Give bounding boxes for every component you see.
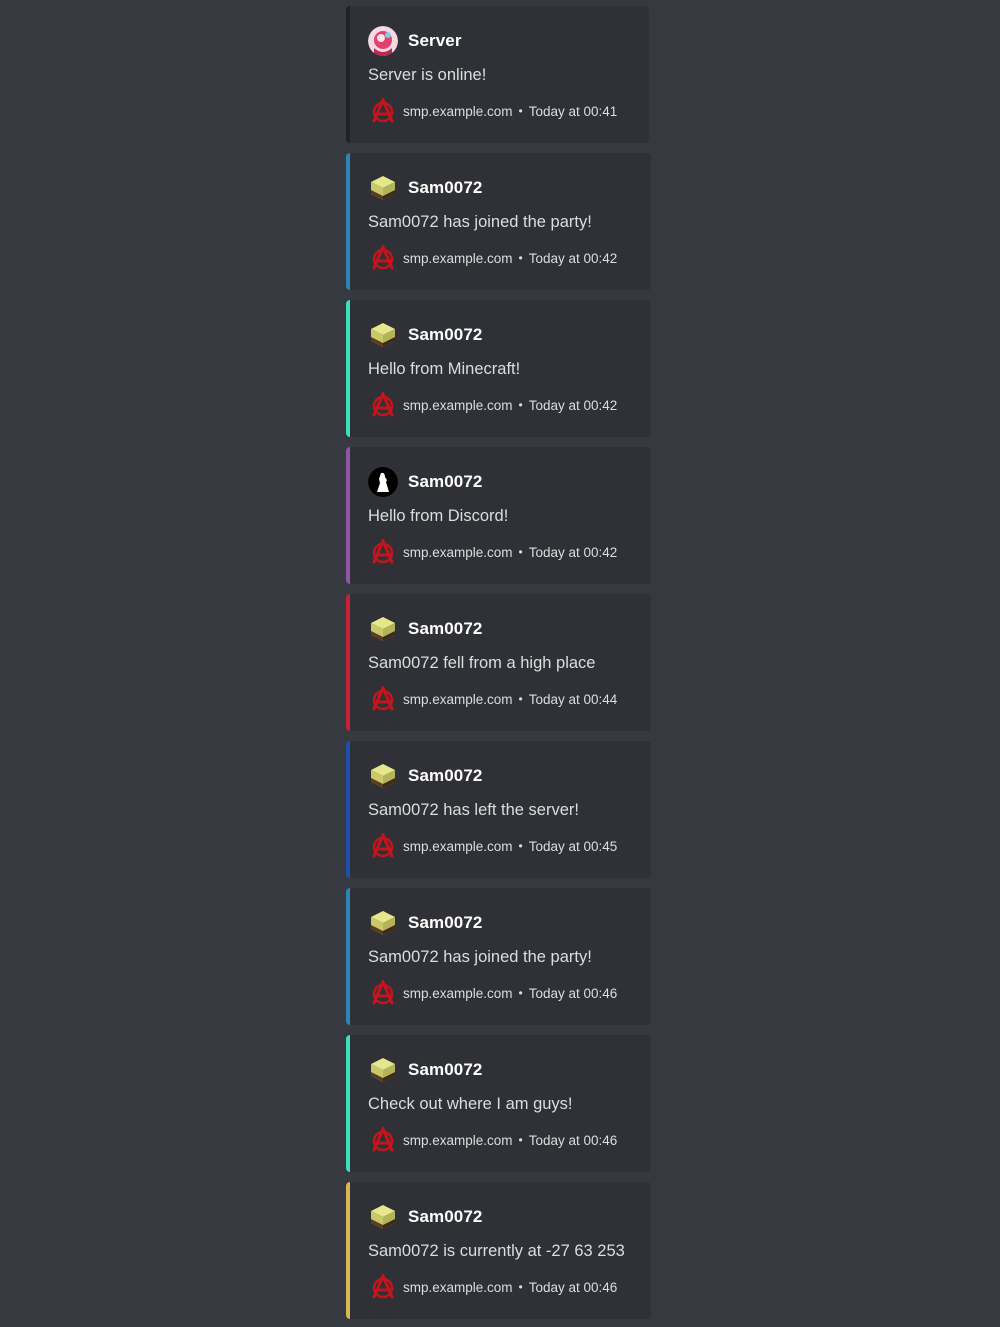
embed-footer: smp.example.com • Today at 00:42 bbox=[368, 392, 617, 418]
embed-author: Sam0072 bbox=[368, 320, 482, 350]
embed-footer: smp.example.com • Today at 00:42 bbox=[368, 539, 617, 565]
embed-message: Sam0072 Sam0072 has joined the party! sm… bbox=[346, 888, 651, 1025]
anarchy-icon bbox=[370, 1274, 396, 1300]
anarchy-icon bbox=[370, 98, 396, 124]
author-name[interactable]: Sam0072 bbox=[408, 1207, 482, 1227]
anarchy-icon bbox=[370, 833, 396, 859]
minecraft-block-icon[interactable] bbox=[368, 908, 398, 938]
footer-separator: • bbox=[518, 251, 523, 265]
embed-message: Sam0072 Sam0072 fell from a high place s… bbox=[346, 594, 651, 731]
embed-message: Sam0072 Sam0072 has left the server! smp… bbox=[346, 741, 651, 878]
author-name[interactable]: Sam0072 bbox=[408, 472, 482, 492]
embed-author: Sam0072 bbox=[368, 467, 482, 497]
anarchy-icon bbox=[370, 245, 396, 271]
author-name[interactable]: Sam0072 bbox=[408, 766, 482, 786]
embed-message: Sam0072 Sam0072 has joined the party! sm… bbox=[346, 153, 651, 290]
embed-footer: smp.example.com • Today at 00:45 bbox=[368, 833, 617, 859]
anarchy-icon bbox=[370, 392, 396, 418]
footer-host: smp.example.com bbox=[403, 838, 513, 854]
embed-footer: smp.example.com • Today at 00:46 bbox=[368, 1274, 617, 1300]
footer-host: smp.example.com bbox=[403, 985, 513, 1001]
embed-description: Check out where I am guys! bbox=[368, 1095, 573, 1113]
footer-host: smp.example.com bbox=[403, 1279, 513, 1295]
embed-description: Hello from Minecraft! bbox=[368, 360, 521, 378]
discord-avatar[interactable] bbox=[368, 467, 398, 497]
footer-timestamp: Today at 00:41 bbox=[528, 103, 618, 119]
embed-description: Hello from Discord! bbox=[368, 507, 509, 525]
minecraft-block-icon[interactable] bbox=[368, 1055, 398, 1085]
footer-host: smp.example.com bbox=[403, 103, 513, 119]
footer-timestamp: Today at 00:42 bbox=[528, 250, 618, 266]
footer-timestamp: Today at 00:42 bbox=[528, 544, 618, 560]
footer-separator: • bbox=[518, 692, 523, 706]
footer-separator: • bbox=[518, 1133, 523, 1147]
embed-author: Sam0072 bbox=[368, 173, 482, 203]
minecraft-block-icon[interactable] bbox=[368, 614, 398, 644]
footer-host: smp.example.com bbox=[403, 250, 513, 266]
message-feed: Server Server is online! smp.example.com… bbox=[0, 0, 1000, 1327]
embed-author: Server bbox=[368, 26, 462, 56]
embed-footer: smp.example.com • Today at 00:42 bbox=[368, 245, 617, 271]
server-avatar[interactable] bbox=[368, 26, 398, 56]
embed-description: Sam0072 fell from a high place bbox=[368, 654, 596, 672]
embed-description: Sam0072 has joined the party! bbox=[368, 948, 592, 966]
minecraft-block-icon[interactable] bbox=[368, 173, 398, 203]
embed-message: Sam0072 Sam0072 is currently at -27 63 2… bbox=[346, 1182, 651, 1319]
minecraft-block-icon[interactable] bbox=[368, 320, 398, 350]
author-name[interactable]: Sam0072 bbox=[408, 325, 482, 345]
footer-separator: • bbox=[518, 104, 523, 118]
embed-author: Sam0072 bbox=[368, 1202, 482, 1232]
embed-description: Server is online! bbox=[368, 66, 487, 84]
embed-message: Server Server is online! smp.example.com… bbox=[346, 6, 649, 143]
minecraft-block-icon[interactable] bbox=[368, 761, 398, 791]
minecraft-block-icon[interactable] bbox=[368, 1202, 398, 1232]
footer-timestamp: Today at 00:45 bbox=[528, 838, 618, 854]
embed-footer: smp.example.com • Today at 00:46 bbox=[368, 980, 617, 1006]
footer-timestamp: Today at 00:46 bbox=[528, 985, 618, 1001]
footer-separator: • bbox=[518, 839, 523, 853]
footer-host: smp.example.com bbox=[403, 397, 513, 413]
embed-footer: smp.example.com • Today at 00:44 bbox=[368, 686, 617, 712]
embed-author: Sam0072 bbox=[368, 761, 482, 791]
footer-host: smp.example.com bbox=[403, 691, 513, 707]
author-name[interactable]: Sam0072 bbox=[408, 1060, 482, 1080]
footer-timestamp: Today at 00:46 bbox=[528, 1279, 618, 1295]
embed-message: Sam0072 Hello from Minecraft! smp.exampl… bbox=[346, 300, 651, 437]
footer-separator: • bbox=[518, 545, 523, 559]
embed-description: Sam0072 has left the server! bbox=[368, 801, 579, 819]
author-name[interactable]: Sam0072 bbox=[408, 619, 482, 639]
footer-host: smp.example.com bbox=[403, 1132, 513, 1148]
footer-timestamp: Today at 00:46 bbox=[528, 1132, 618, 1148]
embed-author: Sam0072 bbox=[368, 1055, 482, 1085]
author-name[interactable]: Sam0072 bbox=[408, 913, 482, 933]
footer-host: smp.example.com bbox=[403, 544, 513, 560]
anarchy-icon bbox=[370, 686, 396, 712]
anarchy-icon bbox=[370, 980, 396, 1006]
embed-message: Sam0072 Hello from Discord! smp.example.… bbox=[346, 447, 651, 584]
footer-timestamp: Today at 00:42 bbox=[528, 397, 618, 413]
embed-description: Sam0072 is currently at -27 63 253 bbox=[368, 1242, 625, 1260]
footer-timestamp: Today at 00:44 bbox=[528, 691, 618, 707]
embed-description: Sam0072 has joined the party! bbox=[368, 213, 592, 231]
anarchy-icon bbox=[370, 1127, 396, 1153]
author-name[interactable]: Server bbox=[408, 31, 462, 51]
embed-footer: smp.example.com • Today at 00:46 bbox=[368, 1127, 617, 1153]
footer-separator: • bbox=[518, 986, 523, 1000]
anarchy-icon bbox=[370, 539, 396, 565]
embed-message: Sam0072 Check out where I am guys! smp.e… bbox=[346, 1035, 651, 1172]
embed-author: Sam0072 bbox=[368, 614, 482, 644]
embed-author: Sam0072 bbox=[368, 908, 482, 938]
author-name[interactable]: Sam0072 bbox=[408, 178, 482, 198]
embed-footer: smp.example.com • Today at 00:41 bbox=[368, 98, 617, 124]
footer-separator: • bbox=[518, 398, 523, 412]
footer-separator: • bbox=[518, 1280, 523, 1294]
